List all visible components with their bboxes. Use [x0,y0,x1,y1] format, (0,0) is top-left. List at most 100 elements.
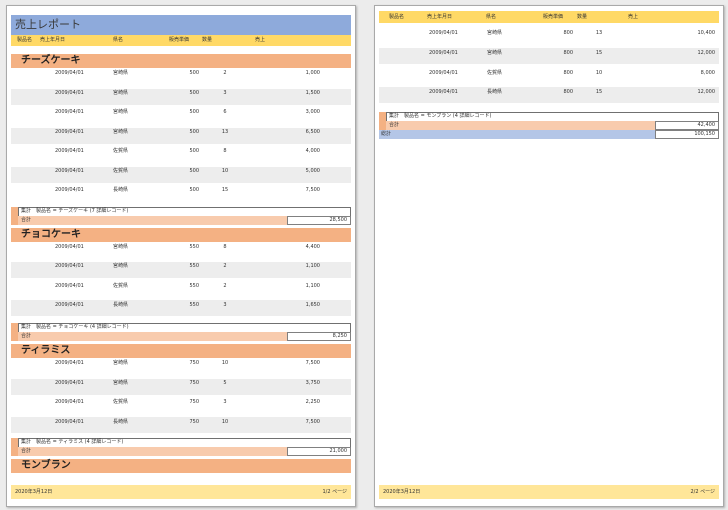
cell-quantity: 2 [223,70,227,76]
cell-quantity: 5 [223,380,227,386]
cell-sales: 6,500 [305,129,320,135]
cell-date: 2009/04/01 [429,30,458,36]
column-header-quantity: 数量 [202,37,213,43]
cell-prefecture: 長崎県 [487,89,503,95]
group-name: モンブラン [21,460,71,471]
cell-sales: 10,400 [697,30,716,36]
grand-total-value: 100,150 [694,131,715,137]
cell-unit-price: 550 [189,283,199,289]
report-title: 売上レポート [15,18,81,31]
cell-unit-price: 550 [189,302,199,308]
column-header-unit-price: 販売単価 [169,37,190,43]
cell-quantity: 3 [223,399,227,405]
column-header-quantity: 数量 [577,14,588,20]
group-name: ティラミス [21,345,71,356]
cell-quantity: 8 [223,148,227,154]
cell-prefecture: 佐賀県 [113,168,129,174]
cell-prefecture: 長崎県 [113,187,129,193]
cell-date: 2009/04/01 [55,187,84,193]
cell-sales: 3,000 [305,109,320,115]
cell-sales: 7,500 [305,360,320,366]
column-header-sales: 売上 [628,14,639,20]
footer-date: 2020年3月12日 [15,489,53,495]
cell-prefecture: 宮崎県 [113,360,129,366]
cell-prefecture: 佐賀県 [113,399,129,405]
report-page-2: 製品名 売上年月日 県名 販売単価 数量 売上 2009/04/01 宮崎県 8… [374,5,724,507]
cell-sales: 1,100 [305,283,320,289]
cell-unit-price: 750 [189,380,199,386]
column-header-product: 製品名 [389,14,405,20]
summary-text: 製品名 = モンブラン (4 詳細レコード) [404,113,492,119]
cell-quantity: 10 [221,360,229,366]
column-header-prefecture: 県名 [113,37,124,43]
cell-date: 2009/04/01 [55,399,84,405]
cell-quantity: 10 [221,168,229,174]
group-total-label: 合計 [21,217,32,223]
summary-stripe [11,207,18,225]
grand-total-label: 総計 [381,131,392,137]
cell-date: 2009/04/01 [55,90,84,96]
footer-page-number: 2/2 ページ [690,489,715,495]
cell-prefecture: 宮崎県 [113,109,129,115]
cell-quantity: 6 [223,109,227,115]
cell-date: 2009/04/01 [55,148,84,154]
cell-prefecture: 長崎県 [113,302,129,308]
cell-prefecture: 佐賀県 [487,70,503,76]
cell-date: 2009/04/01 [55,302,84,308]
cell-quantity: 8 [223,244,227,250]
summary-text: 製品名 = チーズケーキ (7 詳細レコード) [36,208,129,214]
footer-date: 2020年3月12日 [383,489,421,495]
cell-quantity: 2 [223,263,227,269]
group-total-value: 28,500 [329,217,348,223]
cell-date: 2009/04/01 [55,360,84,366]
cell-date: 2009/04/01 [55,244,84,250]
cell-date: 2009/04/01 [55,380,84,386]
cell-sales: 4,000 [305,148,320,154]
cell-date: 2009/04/01 [55,419,84,425]
cell-unit-price: 500 [189,187,199,193]
summary-prefix: 集計 [21,208,32,214]
cell-sales: 12,000 [697,89,716,95]
cell-sales: 7,500 [305,419,320,425]
cell-sales: 1,100 [305,263,320,269]
cell-date: 2009/04/01 [55,168,84,174]
cell-sales: 12,000 [697,50,716,56]
cell-prefecture: 宮崎県 [113,263,129,269]
cell-unit-price: 800 [563,30,573,36]
group-total-label: 合計 [389,122,400,128]
column-header-prefecture: 県名 [486,14,497,20]
cell-date: 2009/04/01 [55,283,84,289]
cell-sales: 1,500 [305,90,320,96]
cell-sales: 1,650 [305,302,320,308]
group-total-value: 42,400 [697,122,716,128]
cell-prefecture: 宮崎県 [113,70,129,76]
cell-date: 2009/04/01 [55,70,84,76]
group-total-value: 8,250 [332,333,347,339]
cell-quantity: 15 [595,50,603,56]
summary-prefix: 集計 [21,324,32,330]
column-header-unit-price: 販売単価 [543,14,564,20]
group-name: チーズケーキ [21,55,81,66]
cell-sales: 4,400 [305,244,320,250]
group-total-label: 合計 [21,333,32,339]
cell-unit-price: 500 [189,109,199,115]
cell-unit-price: 750 [189,399,199,405]
cell-unit-price: 550 [189,263,199,269]
summary-stripe [11,323,18,341]
cell-unit-price: 800 [563,70,573,76]
cell-unit-price: 500 [189,148,199,154]
column-header-product: 製品名 [17,37,33,43]
cell-prefecture: 佐賀県 [113,283,129,289]
group-total-value: 21,000 [329,448,348,454]
cell-prefecture: 宮崎県 [113,380,129,386]
summary-prefix: 集計 [21,439,32,445]
cell-unit-price: 500 [189,168,199,174]
group-name: チョコケーキ [21,229,81,240]
cell-quantity: 13 [221,129,229,135]
group-total-label: 合計 [21,448,32,454]
summary-stripe [379,112,386,130]
cell-prefecture: 長崎県 [113,419,129,425]
cell-prefecture: 佐賀県 [113,148,129,154]
cell-unit-price: 500 [189,90,199,96]
cell-quantity: 3 [223,90,227,96]
